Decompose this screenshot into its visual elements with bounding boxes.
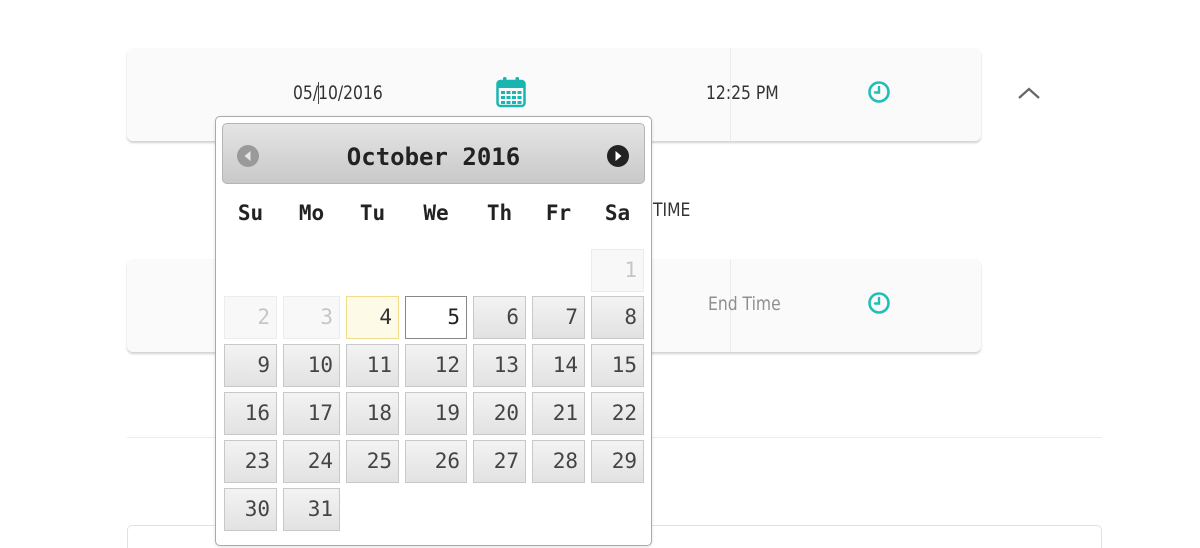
calendar-day[interactable]: 30 — [224, 488, 277, 531]
weekday-label: We — [423, 201, 449, 225]
calendar-day[interactable]: 11 — [346, 344, 399, 387]
calendar-day[interactable]: 28 — [532, 440, 585, 483]
calendar-day[interactable]: 19 — [405, 392, 467, 435]
calendar-day[interactable]: 9 — [224, 344, 277, 387]
text-cursor — [318, 82, 319, 104]
calendar-day[interactable]: 18 — [346, 392, 399, 435]
clock-icon[interactable] — [867, 80, 891, 104]
weekday-label: Mo — [298, 201, 325, 225]
calendar-day[interactable]: 7 — [532, 296, 585, 339]
calendar-day[interactable]: 20 — [473, 392, 526, 435]
calendar-day: 2 — [224, 296, 277, 339]
weekday-label: Sa — [604, 201, 631, 225]
calendar-icon[interactable] — [496, 76, 526, 108]
calendar-day[interactable]: 8 — [591, 296, 644, 339]
end-time-input[interactable]: End Time — [708, 293, 781, 315]
datepicker-header: October 2016 — [222, 123, 645, 184]
datepicker-popup: October 2016 Su Mo Tu We Th Fr Sa 1 2 3 4 5 6 7 8 9 10 1… — [215, 116, 652, 546]
weekday-label: Tu — [359, 201, 386, 225]
calendar-day[interactable]: 26 — [405, 440, 467, 483]
calendar-day[interactable]: 10 — [283, 344, 340, 387]
time-section-label: TIME — [653, 199, 691, 221]
chevron-up-icon[interactable] — [1016, 85, 1042, 101]
weekday-label: Th — [486, 201, 513, 225]
calendar-day[interactable]: 22 — [591, 392, 644, 435]
calendar-day[interactable]: 27 — [473, 440, 526, 483]
calendar-day[interactable]: 14 — [532, 344, 585, 387]
calendar-day[interactable]: 16 — [224, 392, 277, 435]
calendar-day[interactable]: 25 — [346, 440, 399, 483]
calendar-day[interactable]: 15 — [591, 344, 644, 387]
calendar-day[interactable]: 29 — [591, 440, 644, 483]
calendar-day[interactable]: 31 — [283, 488, 340, 531]
start-time-input[interactable]: 12:25 PM — [706, 82, 779, 104]
calendar-day[interactable]: 13 — [473, 344, 526, 387]
calendar-day: 3 — [283, 296, 340, 339]
calendar-day[interactable]: 6 — [473, 296, 526, 339]
calendar-day[interactable]: 5 — [405, 296, 467, 339]
calendar-day[interactable]: 4 — [346, 296, 399, 339]
calendar-day[interactable]: 23 — [224, 440, 277, 483]
weekday-label: Su — [237, 201, 264, 225]
calendar-day: 1 — [591, 249, 644, 292]
calendar-day[interactable]: 12 — [405, 344, 467, 387]
next-month-icon[interactable] — [606, 144, 630, 168]
weekday-label: Fr — [545, 201, 572, 225]
calendar-day[interactable]: 17 — [283, 392, 340, 435]
clock-icon[interactable] — [867, 291, 891, 315]
start-date-input[interactable]: 05/10/2016 — [293, 82, 383, 104]
month-year-title: October 2016 — [346, 143, 521, 171]
calendar-day[interactable]: 21 — [532, 392, 585, 435]
weekday-header-row: Su Mo Tu We Th Fr Sa — [223, 201, 647, 229]
calendar-day[interactable]: 24 — [283, 440, 340, 483]
